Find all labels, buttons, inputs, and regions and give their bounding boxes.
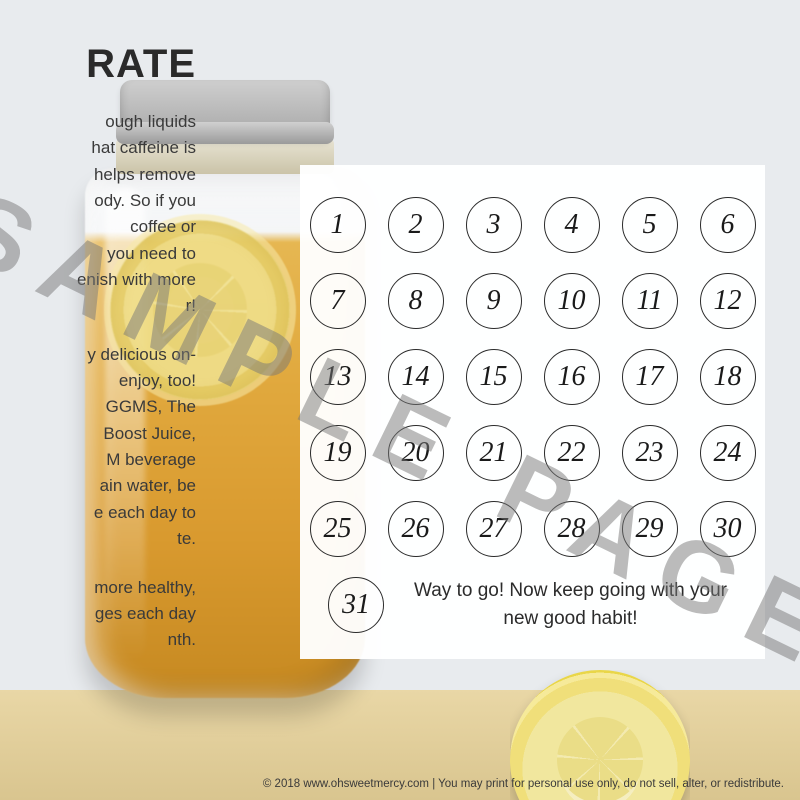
day-number: 12 <box>714 285 742 317</box>
habit-tracker-card: 1234567891011121314151617181920212223242… <box>300 165 765 659</box>
day-number: 29 <box>636 513 664 545</box>
day-circle-29[interactable]: 29 <box>622 501 678 557</box>
day-circle-16[interactable]: 16 <box>544 349 600 405</box>
day-circle-11[interactable]: 11 <box>622 273 678 329</box>
day-number: 8 <box>409 285 423 317</box>
tracker-last-row: 31 Way to go! Now keep going with your n… <box>328 577 737 633</box>
day-circle-22[interactable]: 22 <box>544 425 600 481</box>
day-number: 16 <box>558 361 586 393</box>
day-circle-17[interactable]: 17 <box>622 349 678 405</box>
day-number: 18 <box>714 361 742 393</box>
day-circle-5[interactable]: 5 <box>622 197 678 253</box>
day-number: 20 <box>402 437 430 469</box>
page-title-fragment: RATE <box>0 42 196 87</box>
day-number: 19 <box>324 437 352 469</box>
day-number: 25 <box>324 513 352 545</box>
paragraph-3: more healthy,ges each daynth. <box>0 575 196 654</box>
day-circle-8[interactable]: 8 <box>388 273 444 329</box>
day-number: 9 <box>487 285 501 317</box>
day-circle-14[interactable]: 14 <box>388 349 444 405</box>
day-number: 10 <box>558 285 586 317</box>
day-number: 13 <box>324 361 352 393</box>
day-number: 7 <box>331 285 345 317</box>
day-number: 30 <box>714 513 742 545</box>
day-circle-19[interactable]: 19 <box>310 425 366 481</box>
body-copy: RATE ough liquidshat caffeine ishelps re… <box>0 42 200 676</box>
day-circle-15[interactable]: 15 <box>466 349 522 405</box>
day-circle-1[interactable]: 1 <box>310 197 366 253</box>
day-number: 17 <box>636 361 664 393</box>
day-number: 26 <box>402 513 430 545</box>
day-circle-20[interactable]: 20 <box>388 425 444 481</box>
day-circle-30[interactable]: 30 <box>700 501 756 557</box>
page: RATE ough liquidshat caffeine ishelps re… <box>0 0 800 800</box>
day-number: 11 <box>637 285 663 317</box>
day-circle-18[interactable]: 18 <box>700 349 756 405</box>
day-number: 4 <box>565 209 579 241</box>
day-circle-12[interactable]: 12 <box>700 273 756 329</box>
day-circle-3[interactable]: 3 <box>466 197 522 253</box>
paragraph-2: y delicious on-enjoy, too!GGMS, TheBoost… <box>0 342 196 553</box>
day-circle-4[interactable]: 4 <box>544 197 600 253</box>
day-circle-25[interactable]: 25 <box>310 501 366 557</box>
day-circle-2[interactable]: 2 <box>388 197 444 253</box>
day-number: 15 <box>480 361 508 393</box>
day-number: 31 <box>342 589 370 621</box>
day-number: 14 <box>402 361 430 393</box>
day-circle-24[interactable]: 24 <box>700 425 756 481</box>
day-number: 5 <box>643 209 657 241</box>
day-circle-6[interactable]: 6 <box>700 197 756 253</box>
day-circle-27[interactable]: 27 <box>466 501 522 557</box>
day-circle-21[interactable]: 21 <box>466 425 522 481</box>
paragraph-1: ough liquidshat caffeine ishelps removeo… <box>0 109 196 320</box>
day-number: 3 <box>487 209 501 241</box>
day-number: 28 <box>558 513 586 545</box>
day-circle-13[interactable]: 13 <box>310 349 366 405</box>
day-number: 6 <box>721 209 735 241</box>
day-number: 21 <box>480 437 508 469</box>
day-number: 2 <box>409 209 423 241</box>
day-number: 24 <box>714 437 742 469</box>
day-circle-28[interactable]: 28 <box>544 501 600 557</box>
day-circle-23[interactable]: 23 <box>622 425 678 481</box>
day-number: 23 <box>636 437 664 469</box>
day-circle-31[interactable]: 31 <box>328 577 384 633</box>
congrats-message: Way to go! Now keep going with your new … <box>404 577 737 632</box>
day-number: 27 <box>480 513 508 545</box>
day-circle-9[interactable]: 9 <box>466 273 522 329</box>
day-circle-7[interactable]: 7 <box>310 273 366 329</box>
day-circle-10[interactable]: 10 <box>544 273 600 329</box>
day-circle-26[interactable]: 26 <box>388 501 444 557</box>
day-number-grid: 1234567891011121314151617181920212223242… <box>328 197 737 557</box>
copyright-footer: © 2018 www.ohsweetmercy.com | You may pr… <box>263 778 784 790</box>
day-number: 1 <box>331 209 345 241</box>
day-number: 22 <box>558 437 586 469</box>
